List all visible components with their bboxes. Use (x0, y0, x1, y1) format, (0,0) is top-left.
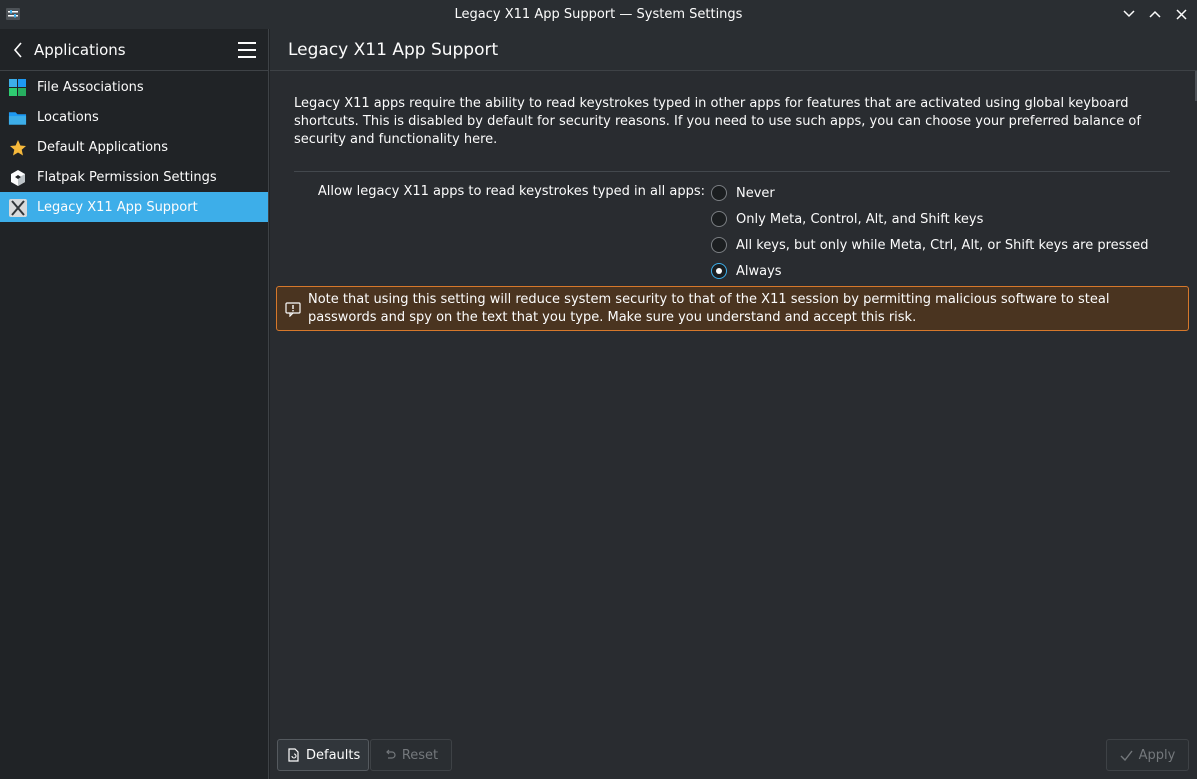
undo-icon (385, 749, 396, 759)
radio-option-all-keys-with-modifier[interactable]: All keys, but only while Meta, Ctrl, Alt… (711, 235, 1148, 255)
window-title: Legacy X11 App Support — System Settings (454, 7, 743, 22)
radio-label: Always (736, 263, 782, 279)
hamburger-menu-icon[interactable] (238, 42, 256, 58)
minimize-button[interactable] (1119, 4, 1139, 24)
warning-icon (285, 301, 301, 318)
sidebar-item-legacy-x11-app-support[interactable]: Legacy X11 App Support (0, 192, 268, 222)
sidebar-item-label: File Associations (37, 79, 144, 95)
reset-button[interactable]: Reset (370, 739, 452, 771)
radio-button-checked[interactable] (711, 263, 727, 279)
sidebar-header: Applications (0, 29, 268, 71)
sidebar-item-file-associations[interactable]: File Associations (0, 72, 268, 102)
sidebar-item-default-applications[interactable]: Default Applications (0, 132, 268, 162)
defaults-button[interactable]: Defaults (277, 739, 370, 771)
flatpak-icon (8, 168, 27, 187)
warning-message: Note that using this setting will reduce… (276, 286, 1189, 331)
chevron-down-icon (1123, 10, 1135, 18)
radio-option-modifier-keys[interactable]: Only Meta, Control, Alt, and Shift keys (711, 209, 983, 229)
apply-label: Apply (1138, 747, 1176, 763)
description-text: Legacy X11 apps require the ability to r… (294, 96, 1141, 147)
radio-button[interactable] (711, 211, 727, 227)
radio-button[interactable] (711, 237, 727, 253)
close-button[interactable] (1171, 4, 1191, 24)
sidebar-item-label: Locations (37, 109, 99, 125)
page-title: Legacy X11 App Support (270, 29, 1197, 71)
chevron-left-icon (13, 42, 22, 58)
back-button[interactable] (9, 40, 27, 60)
main-panel: Legacy X11 App Support Legacy X11 apps r… (270, 29, 1197, 779)
sidebar-item-label: Flatpak Permission Settings (37, 169, 217, 185)
option-group-label: Allow legacy X11 apps to read keystrokes… (317, 184, 705, 199)
radio-button[interactable] (711, 185, 727, 201)
sidebar-item-label: Default Applications (37, 139, 169, 155)
radio-option-always[interactable]: Always (711, 261, 782, 281)
sidebar-item-label: Legacy X11 App Support (37, 199, 198, 215)
reset-label: Reset (401, 747, 439, 763)
radio-label: Never (736, 185, 775, 201)
x11-icon (8, 198, 27, 217)
sidebar-title: Applications (34, 41, 126, 59)
sidebar-item-locations[interactable]: Locations (0, 102, 268, 132)
sidebar-item-flatpak-permission-settings[interactable]: Flatpak Permission Settings (0, 162, 268, 192)
title-bar: Legacy X11 App Support — System Settings (0, 0, 1197, 29)
document-revert-icon (288, 748, 299, 762)
radio-label: Only Meta, Control, Alt, and Shift keys (736, 211, 984, 227)
file-associations-icon (8, 78, 27, 97)
divider (294, 171, 1170, 172)
warning-text: Note that using this setting will reduce… (308, 292, 1110, 325)
sidebar: Applications File Associations Locations… (0, 29, 269, 779)
sidebar-list: File Associations Locations Default Appl… (0, 72, 268, 222)
maximize-button[interactable] (1145, 4, 1165, 24)
close-icon (1175, 8, 1187, 20)
system-settings-icon[interactable] (4, 5, 22, 23)
defaults-label: Defaults (306, 747, 361, 763)
radio-label: All keys, but only while Meta, Ctrl, Alt… (736, 237, 1149, 253)
radio-option-never[interactable]: Never (711, 183, 775, 203)
chevron-up-icon (1149, 10, 1161, 18)
folder-icon (8, 108, 27, 127)
star-icon (8, 138, 27, 157)
checkmark-icon (1120, 750, 1133, 761)
apply-button[interactable]: Apply (1106, 739, 1189, 771)
